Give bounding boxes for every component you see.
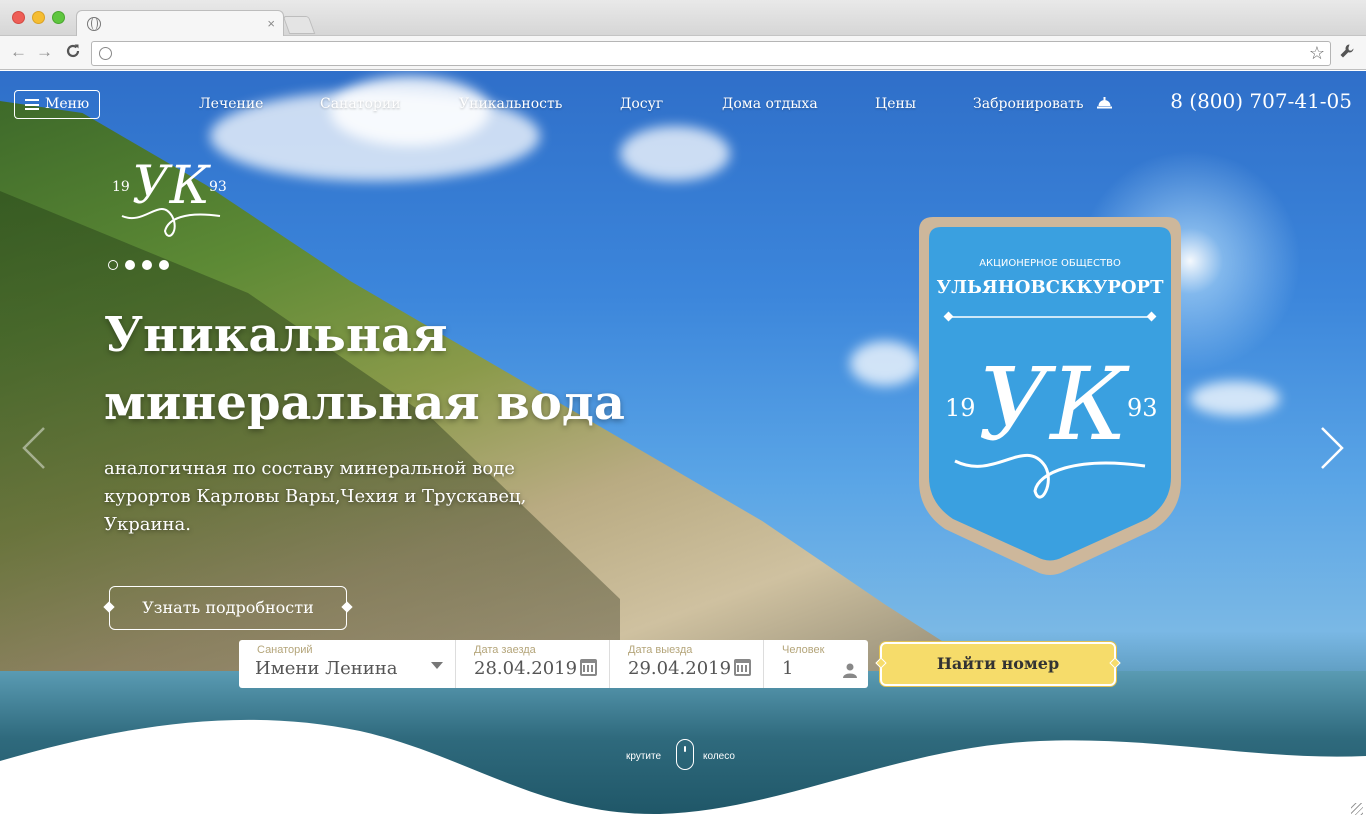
slider-dot[interactable]: [125, 260, 135, 270]
globe-icon: [87, 17, 101, 31]
logo-year-right: 93: [209, 179, 227, 195]
nav-link-rest-houses[interactable]: Дома отдыха: [722, 96, 818, 112]
address-bar[interactable]: ☆: [91, 41, 1331, 66]
mouse-icon: [676, 739, 694, 770]
scroll-hint-right: колесо: [703, 751, 735, 762]
hamburger-icon: [25, 99, 39, 110]
hero-section: Меню Лечение Санатории Уникальность Досу…: [0, 71, 1366, 818]
learn-more-button[interactable]: Узнать подробности: [103, 586, 353, 630]
slider-dot[interactable]: [142, 260, 152, 270]
tab-close-icon[interactable]: ×: [267, 16, 275, 31]
emblem-org-type: АКЦИОНЕРНОЕ ОБЩЕСТВО: [979, 258, 1121, 269]
diamond-ornament: [1109, 657, 1121, 669]
emblem-org-name: УЛЬЯНОВСККУРОРТ: [937, 277, 1165, 298]
logo-year-left: 19: [112, 179, 130, 195]
window-close-button[interactable]: [12, 11, 25, 24]
find-room-label: Найти номер: [936, 654, 1060, 673]
sanatorium-value: Имени Ленина: [255, 658, 398, 679]
forward-arrow-icon[interactable]: →: [36, 43, 53, 61]
nav-link-treatment[interactable]: Лечение: [199, 96, 263, 112]
browser-tab[interactable]: ×: [76, 10, 284, 37]
sanatorium-select[interactable]: Санаторий Имени Ленина: [239, 640, 456, 688]
hero-subtitle-line: курортов Карловы Вары,Чехия и Трускавец,: [104, 486, 527, 507]
slider-prev-arrow-icon[interactable]: [20, 426, 48, 470]
logo-monogram: УК: [132, 156, 212, 216]
nav-link-leisure[interactable]: Досуг: [620, 96, 663, 112]
checkout-value: 29.04.2019: [628, 658, 732, 679]
emblem-monogram: УК: [978, 346, 1130, 463]
scroll-hint: крутите колесо: [626, 739, 746, 773]
find-room-button[interactable]: Найти номер: [875, 642, 1121, 686]
checkin-date-field[interactable]: Дата заезда 28.04.2019: [456, 640, 610, 688]
menu-button[interactable]: Меню: [14, 90, 100, 119]
checkout-label: Дата выезда: [628, 644, 693, 656]
slider-dot[interactable]: [159, 260, 169, 270]
emblem-year-right: 93: [1127, 394, 1158, 422]
slider-dot[interactable]: [108, 260, 118, 270]
hero-title-line: минеральная вода: [104, 375, 625, 431]
slider-dots: [108, 257, 176, 270]
logo[interactable]: 19 УК 93: [110, 151, 235, 246]
checkout-date-field[interactable]: Дата выезда 29.04.2019: [610, 640, 764, 688]
guests-value: 1: [782, 658, 794, 679]
calendar-icon[interactable]: [580, 659, 597, 676]
browser-tab-bar: ×: [0, 0, 1366, 37]
new-tab-button[interactable]: [282, 16, 316, 34]
nav-link-sanatoriums[interactable]: Санатории: [320, 96, 401, 112]
bookmark-star-icon[interactable]: ☆: [1309, 43, 1325, 64]
guests-field[interactable]: Человек 1: [764, 640, 868, 688]
scroll-hint-left: крутите: [626, 751, 662, 762]
sanatorium-label: Санаторий: [257, 644, 313, 656]
reload-icon[interactable]: [65, 43, 81, 63]
browser-toolbar: ← → ☆: [0, 36, 1366, 70]
nav-link-uniqueness[interactable]: Уникальность: [459, 96, 562, 112]
window-zoom-button[interactable]: [52, 11, 65, 24]
slider-next-arrow-icon[interactable]: [1318, 426, 1346, 470]
cloud: [1190, 381, 1280, 416]
back-arrow-icon[interactable]: ←: [10, 43, 27, 61]
hero-subtitle-line: аналогичная по составу минеральной воде: [104, 458, 515, 479]
company-emblem: АКЦИОНЕРНОЕ ОБЩЕСТВО УЛЬЯНОВСККУРОРТ 19 …: [919, 217, 1181, 575]
window-resize-grip[interactable]: [1351, 803, 1363, 815]
wrench-icon[interactable]: [1339, 43, 1355, 64]
hero-subtitle: аналогичная по составу минеральной воде …: [104, 455, 624, 539]
learn-more-label: Узнать подробности: [142, 598, 314, 617]
hero-title: Уникальная минеральная вода: [104, 301, 704, 437]
person-icon: [843, 663, 857, 678]
phone-number[interactable]: 8 (800) 707-41-05: [1170, 89, 1352, 113]
window-minimize-button[interactable]: [32, 11, 45, 24]
reception-bell-icon[interactable]: [1097, 95, 1112, 109]
chevron-down-icon: [431, 662, 443, 669]
hero-title-line: Уникальная: [104, 307, 448, 363]
hero-subtitle-line: Украина.: [104, 514, 191, 535]
checkin-value: 28.04.2019: [474, 658, 578, 679]
nav-link-book[interactable]: Забронировать: [973, 96, 1084, 112]
emblem-year-left: 19: [945, 394, 976, 422]
nav-link-prices[interactable]: Цены: [875, 96, 916, 112]
calendar-icon[interactable]: [734, 659, 751, 676]
guests-label: Человек: [782, 644, 825, 656]
globe-icon: [99, 47, 112, 60]
checkin-label: Дата заезда: [474, 644, 536, 656]
cloud: [620, 126, 730, 181]
menu-label: Меню: [45, 96, 90, 112]
